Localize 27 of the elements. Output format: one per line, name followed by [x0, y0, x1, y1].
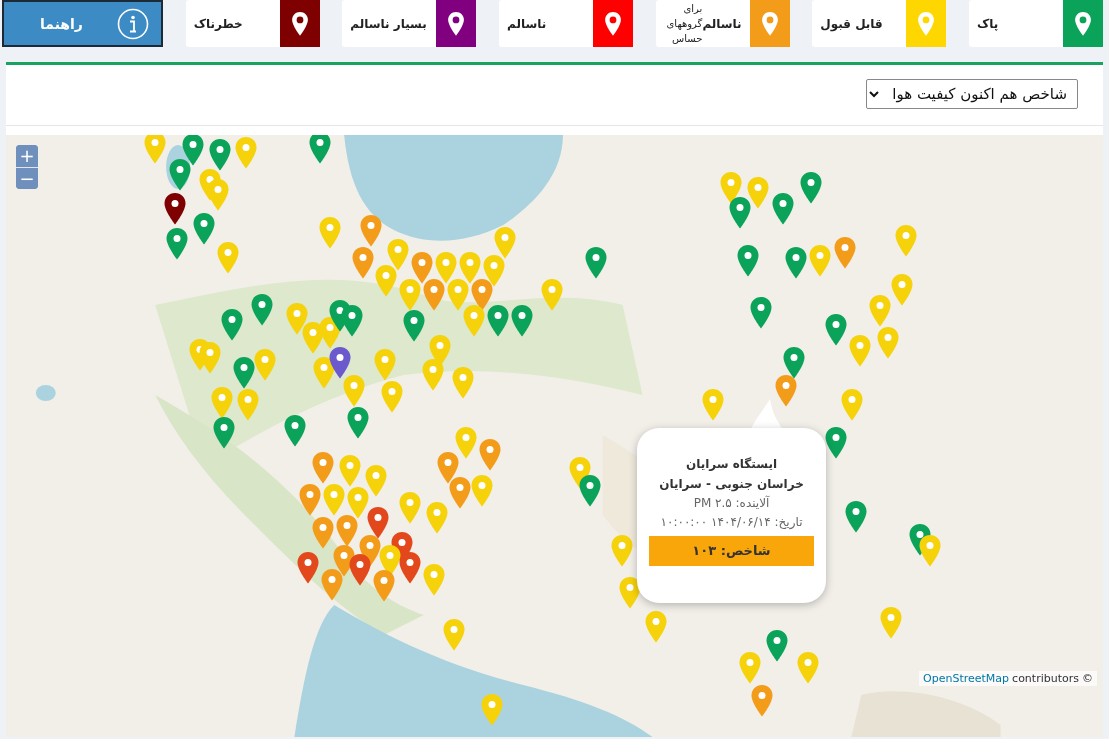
pin-icon: [917, 10, 936, 37]
attribution-text: contributors: [1012, 672, 1079, 685]
legend-label: پاک: [975, 15, 1000, 33]
map-pin[interactable]: [328, 346, 352, 380]
legend-label: خطرناک: [192, 15, 244, 33]
station-region: خراسان جنوبی - سرایان: [658, 476, 805, 494]
map-pin[interactable]: [312, 356, 336, 390]
map-pin[interactable]: [163, 192, 187, 226]
help-button[interactable]: راهنما: [2, 0, 163, 47]
legend-label: قابل قبول: [819, 15, 884, 34]
index-bar: شاخص: ۱۰۳: [649, 536, 814, 566]
pin-icon: [1073, 10, 1092, 37]
legend-label: ناسالم: [505, 15, 548, 33]
date-text: تاریخ: ۱۴۰۴/۰۶/۱۴ ۱۰:۰۰:۰۰: [659, 514, 804, 531]
station-name: ایستگاه سرایان: [684, 456, 779, 473]
pin-icon: [290, 10, 309, 37]
info-icon: [117, 7, 149, 40]
legend-label: بسیار ناسالم: [349, 15, 428, 33]
copyright-symbol: ©: [1082, 672, 1093, 685]
pin-icon: [447, 10, 466, 37]
index-select[interactable]: شاخص هم اکنون کیفیت هوا: [866, 79, 1078, 109]
osm-link[interactable]: OpenStreetMap: [923, 672, 1010, 685]
legend-label: ناسالم برای گروههای حساس: [665, 2, 743, 46]
pin-icon: [760, 10, 779, 37]
zoom-out-button[interactable]: −: [16, 167, 38, 189]
pin-icon: [603, 10, 622, 37]
pollutant-text: آلاینده: PM ۲.۵: [692, 494, 771, 512]
